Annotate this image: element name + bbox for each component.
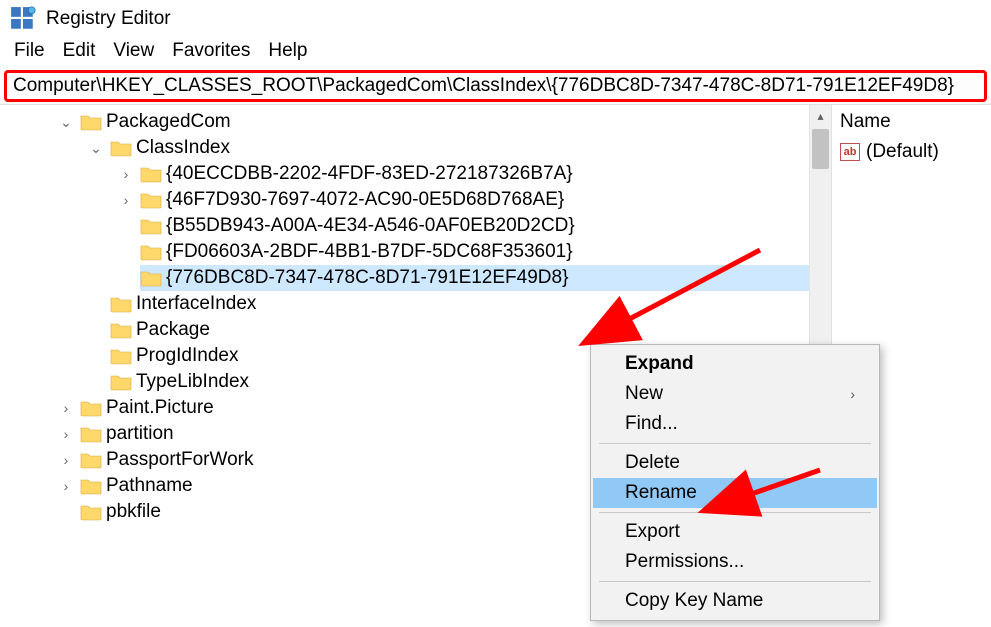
folder-icon bbox=[140, 269, 162, 287]
folder-icon bbox=[80, 451, 102, 469]
menu-bar: File Edit View Favorites Help bbox=[0, 36, 991, 68]
menu-view[interactable]: View bbox=[107, 38, 160, 64]
expand-spacer: · bbox=[116, 218, 136, 234]
tree-node-package[interactable]: · Package bbox=[86, 317, 831, 343]
menu-edit[interactable]: Edit bbox=[57, 38, 102, 64]
folder-icon bbox=[110, 139, 132, 157]
menu-favorites[interactable]: Favorites bbox=[166, 38, 256, 64]
node-label: partition bbox=[106, 423, 174, 445]
node-label: {46F7D930-7697-4072-AC90-0E5D68D768AE} bbox=[166, 189, 564, 211]
menu-help[interactable]: Help bbox=[262, 38, 313, 64]
tree-node-guid[interactable]: › {46F7D930-7697-4072-AC90-0E5D68D768AE} bbox=[116, 187, 831, 213]
node-label: PackagedCom bbox=[106, 111, 231, 133]
collapse-icon[interactable]: ⌄ bbox=[56, 114, 76, 131]
ctx-label: Delete bbox=[625, 452, 680, 474]
submenu-arrow-icon: › bbox=[850, 386, 855, 402]
ctx-label: Copy Key Name bbox=[625, 590, 763, 612]
node-label: ClassIndex bbox=[136, 137, 230, 159]
scroll-up-icon[interactable]: ▴ bbox=[810, 105, 831, 127]
title-bar: Registry Editor bbox=[0, 0, 991, 36]
folder-icon bbox=[110, 373, 132, 391]
node-label: InterfaceIndex bbox=[136, 293, 256, 315]
string-value-icon: ab bbox=[840, 143, 860, 161]
expand-spacer: · bbox=[86, 348, 106, 364]
folder-icon bbox=[80, 399, 102, 417]
ctx-new[interactable]: New › bbox=[593, 379, 877, 409]
node-label: ProgIdIndex bbox=[136, 345, 238, 367]
node-label: {B55DB943-A00A-4E34-A546-0AF0EB20D2CD} bbox=[166, 215, 575, 237]
ctx-label: Permissions... bbox=[625, 551, 744, 573]
regedit-icon bbox=[10, 6, 36, 32]
node-label: Paint.Picture bbox=[106, 397, 214, 419]
expand-icon[interactable]: › bbox=[56, 478, 76, 494]
expand-icon[interactable]: › bbox=[56, 452, 76, 468]
folder-icon bbox=[110, 321, 132, 339]
window-title: Registry Editor bbox=[46, 8, 171, 30]
tree-node-guid[interactable]: · {FD06603A-2BDF-4BB1-B7DF-5DC68F353601} bbox=[116, 239, 831, 265]
ctx-separator bbox=[599, 581, 871, 582]
address-bar-highlight bbox=[4, 70, 987, 102]
ctx-rename[interactable]: Rename bbox=[593, 478, 877, 508]
ctx-find[interactable]: Find... bbox=[593, 409, 877, 439]
tree-node-interfaceindex[interactable]: · InterfaceIndex bbox=[86, 291, 831, 317]
ctx-label: Find... bbox=[625, 413, 678, 435]
node-label: {40ECCDBB-2202-4FDF-83ED-272187326B7A} bbox=[166, 163, 573, 185]
node-label: Pathname bbox=[106, 475, 193, 497]
address-bar[interactable] bbox=[13, 75, 978, 97]
folder-icon bbox=[80, 503, 102, 521]
ctx-permissions[interactable]: Permissions... bbox=[593, 547, 877, 577]
node-label: {FD06603A-2BDF-4BB1-B7DF-5DC68F353601} bbox=[166, 241, 573, 263]
ctx-expand[interactable]: Expand bbox=[593, 349, 877, 379]
expand-icon[interactable]: › bbox=[56, 400, 76, 416]
ctx-label: Rename bbox=[625, 482, 697, 504]
folder-icon bbox=[140, 243, 162, 261]
folder-icon bbox=[140, 191, 162, 209]
ctx-separator bbox=[599, 443, 871, 444]
node-label: pbkfile bbox=[106, 501, 161, 523]
tree-node-packagedcom[interactable]: ⌄ PackagedCom bbox=[56, 109, 831, 135]
ctx-copy-key-name[interactable]: Copy Key Name bbox=[593, 586, 877, 616]
ctx-label: Export bbox=[625, 521, 680, 543]
folder-icon bbox=[80, 425, 102, 443]
node-label: TypeLibIndex bbox=[136, 371, 249, 393]
ctx-delete[interactable]: Delete bbox=[593, 448, 877, 478]
scroll-thumb[interactable] bbox=[812, 129, 829, 169]
context-menu: Expand New › Find... Delete Rename Expor… bbox=[590, 344, 880, 621]
folder-icon bbox=[140, 165, 162, 183]
expand-spacer: · bbox=[56, 504, 76, 520]
expand-spacer: · bbox=[116, 270, 136, 286]
expand-icon[interactable]: › bbox=[116, 166, 136, 182]
tree-node-guid-selected[interactable]: · {776DBC8D-7347-478C-8D71-791E12EF49D8} bbox=[116, 265, 831, 291]
value-row-default[interactable]: ab (Default) bbox=[840, 137, 983, 167]
tree-node-guid[interactable]: · {B55DB943-A00A-4E34-A546-0AF0EB20D2CD} bbox=[116, 213, 831, 239]
folder-icon bbox=[80, 477, 102, 495]
tree-node-classindex[interactable]: ⌄ ClassIndex bbox=[86, 135, 831, 161]
ctx-export[interactable]: Export bbox=[593, 517, 877, 547]
ctx-separator bbox=[599, 512, 871, 513]
node-label: PassportForWork bbox=[106, 449, 253, 471]
value-name: (Default) bbox=[866, 141, 939, 163]
expand-spacer: · bbox=[86, 322, 106, 338]
menu-file[interactable]: File bbox=[8, 38, 51, 64]
expand-spacer: · bbox=[116, 244, 136, 260]
node-label: {776DBC8D-7347-478C-8D71-791E12EF49D8} bbox=[166, 267, 572, 289]
expand-spacer: · bbox=[86, 296, 106, 312]
expand-icon[interactable]: › bbox=[116, 192, 136, 208]
tree-node-guid[interactable]: › {40ECCDBB-2202-4FDF-83ED-272187326B7A} bbox=[116, 161, 831, 187]
folder-icon bbox=[110, 347, 132, 365]
expand-icon[interactable]: › bbox=[56, 426, 76, 442]
folder-icon bbox=[140, 217, 162, 235]
ctx-label: New bbox=[625, 383, 663, 405]
expand-spacer: · bbox=[86, 374, 106, 390]
node-label: Package bbox=[136, 319, 210, 341]
folder-icon bbox=[80, 113, 102, 131]
ctx-label: Expand bbox=[625, 353, 694, 375]
folder-icon bbox=[110, 295, 132, 313]
column-header-name[interactable]: Name bbox=[840, 111, 983, 137]
collapse-icon[interactable]: ⌄ bbox=[86, 140, 106, 157]
